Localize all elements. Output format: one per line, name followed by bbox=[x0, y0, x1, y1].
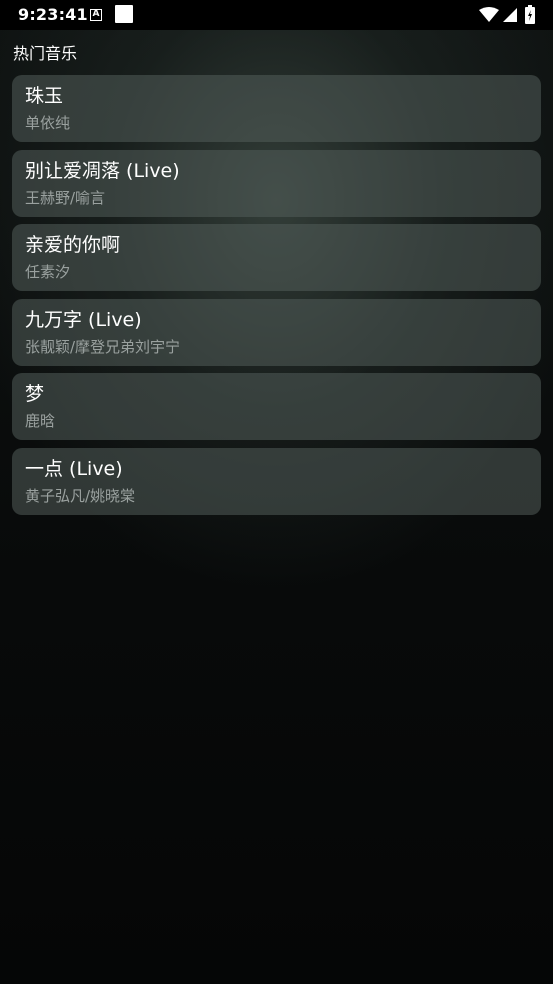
a-icon: A bbox=[90, 9, 102, 21]
song-title: 珠玉 bbox=[25, 85, 64, 107]
song-card[interactable]: 珠玉 单依纯 bbox=[12, 75, 541, 142]
status-bar: 9:23:41 A bbox=[0, 0, 553, 30]
song-card[interactable]: 梦 鹿晗 bbox=[12, 373, 541, 440]
page-title: 热门音乐 bbox=[13, 44, 78, 63]
song-artist: 单依纯 bbox=[25, 114, 71, 132]
signal-icon bbox=[503, 8, 517, 22]
song-title: 九万字 (Live) bbox=[25, 308, 142, 331]
song-card[interactable]: 一点 (Live) 黄子弘凡/姚晓棠 bbox=[12, 447, 541, 515]
wifi-icon bbox=[479, 7, 499, 22]
square-icon bbox=[115, 5, 133, 23]
song-title: 一点 (Live) bbox=[25, 457, 123, 480]
song-artist: 鹿晗 bbox=[25, 412, 56, 430]
status-time: 9:23:41 bbox=[18, 5, 88, 24]
song-title: 梦 bbox=[25, 383, 45, 405]
song-list: 珠玉 单依纯 别让爱凋落 (Live) 王赫野/喻言 亲爱的你啊 任素汐 九万字… bbox=[12, 75, 541, 522]
song-artist: 任素汐 bbox=[25, 263, 71, 281]
song-artist: 张靓颖/摩登兄弟刘宇宁 bbox=[25, 337, 181, 356]
battery-icon bbox=[525, 5, 535, 24]
song-artist: 王赫野/喻言 bbox=[25, 188, 106, 207]
song-card[interactable]: 九万字 (Live) 张靓颖/摩登兄弟刘宇宁 bbox=[12, 298, 541, 366]
song-title: 亲爱的你啊 bbox=[25, 234, 121, 256]
song-artist: 黄子弘凡/姚晓棠 bbox=[25, 486, 136, 505]
song-title: 别让爱凋落 (Live) bbox=[25, 159, 180, 182]
song-card[interactable]: 别让爱凋落 (Live) 王赫野/喻言 bbox=[12, 149, 541, 217]
song-card[interactable]: 亲爱的你啊 任素汐 bbox=[12, 224, 541, 291]
